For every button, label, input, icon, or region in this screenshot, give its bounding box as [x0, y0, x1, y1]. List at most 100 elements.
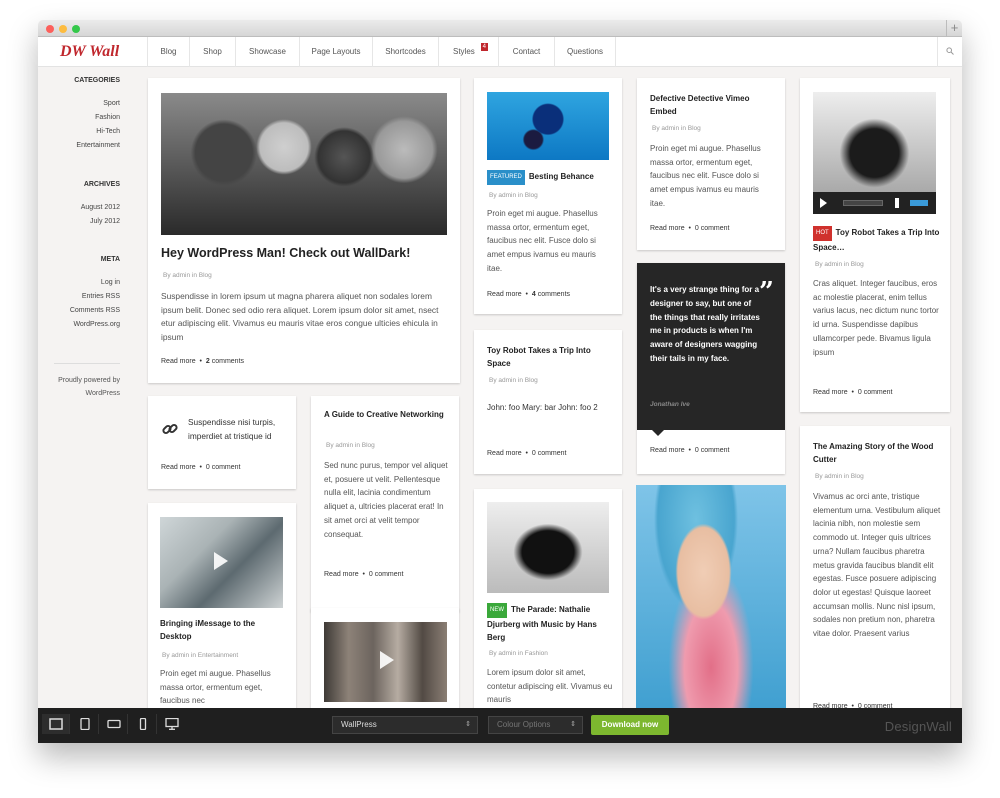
band-photo[interactable] — [487, 502, 609, 593]
post-meta: By admin in Blog — [489, 192, 538, 199]
post-title[interactable]: Hey WordPress Man! Check out WallDark! — [161, 246, 447, 261]
read-more-link[interactable]: Read more — [650, 447, 685, 454]
post-footer: Read more • 4 comments — [487, 291, 570, 298]
separator: • — [199, 358, 202, 365]
scuba-photo[interactable] — [487, 92, 609, 160]
volume-slider[interactable] — [910, 200, 928, 206]
main-menu: Blog Shop Showcase Page Layouts Shortcod… — [147, 37, 616, 67]
menu-item-questions[interactable]: Questions — [555, 37, 616, 67]
link-post-text[interactable]: Suspendisse nisi turpis, imperdiet at tr… — [188, 416, 293, 443]
meta-link[interactable]: Log in — [101, 279, 120, 286]
quote-card: ” It's a very strange thing for a design… — [637, 263, 785, 474]
read-more-link[interactable]: Read more — [161, 358, 196, 365]
woman-winter-photo[interactable] — [636, 485, 786, 713]
video-thumbnail[interactable] — [324, 622, 447, 702]
phone-view-button[interactable] — [129, 714, 157, 734]
audio-player[interactable] — [813, 192, 936, 214]
comments-link[interactable]: 0 comment — [206, 464, 241, 471]
menu-item-styles[interactable]: Styles 4 — [439, 37, 499, 67]
colour-options-select[interactable]: Colour Options ⇕ — [488, 716, 583, 734]
comments-link[interactable]: 0 comment — [532, 450, 567, 457]
comments-link[interactable]: comments — [210, 358, 244, 365]
preview-toolbar: WallPress ⇕ Colour Options ⇕ Download now … — [38, 708, 962, 743]
menu-item-page-layouts[interactable]: Page Layouts — [300, 37, 373, 67]
meta-link[interactable]: Entries RSS — [82, 293, 120, 300]
play-icon[interactable] — [380, 651, 394, 669]
category-link[interactable]: Hi-Tech — [96, 128, 120, 135]
download-now-button[interactable]: Download now — [591, 715, 669, 735]
post-meta: By admin in Blog — [163, 272, 212, 279]
link-icon — [162, 423, 178, 435]
progress-track[interactable] — [843, 200, 883, 206]
play-icon[interactable] — [214, 552, 228, 570]
read-more-link[interactable]: Read more — [487, 291, 522, 298]
meta-link[interactable]: WordPress.org — [73, 321, 120, 328]
menu-item-shortcodes[interactable]: Shortcodes — [373, 37, 439, 67]
post-title-text: Toy Robot Takes a Trip Into Space… — [813, 228, 940, 252]
tablet-landscape-view-button[interactable] — [100, 714, 128, 734]
play-icon[interactable] — [820, 198, 827, 208]
site-logo[interactable]: DW Wall — [60, 43, 119, 61]
title-bar: + — [38, 20, 962, 37]
top-navigation: DW Wall Blog Shop Showcase Page Layouts … — [38, 37, 962, 67]
close-window-button[interactable] — [46, 25, 54, 33]
select-arrows-icon: ⇕ — [465, 721, 471, 728]
post-footer: Read more • 0 comment — [813, 389, 893, 396]
band-photo[interactable] — [161, 93, 447, 235]
post-card: NEW The Parade: Nathalie Djurberg with Mu… — [474, 489, 622, 713]
read-more-link[interactable]: Read more — [650, 225, 685, 232]
search-button[interactable] — [937, 37, 962, 67]
comments-link[interactable]: comments — [536, 291, 570, 298]
read-more-link[interactable]: Read more — [161, 464, 196, 471]
minimize-window-button[interactable] — [59, 25, 67, 33]
post-title[interactable]: The Amazing Story of the Wood Cutter — [813, 440, 941, 466]
desktop-large-view-button[interactable] — [42, 714, 70, 734]
plus-icon[interactable]: + — [946, 20, 962, 37]
volume-icon[interactable] — [895, 198, 903, 208]
post-card — [311, 608, 459, 713]
meta-link[interactable]: Comments RSS — [70, 307, 120, 314]
post-meta: By admin in Blog — [326, 442, 375, 449]
post-title[interactable]: FEATURED Besting Behance — [487, 170, 615, 185]
menu-item-contact[interactable]: Contact — [499, 37, 555, 67]
comments-link[interactable]: 0 comment — [695, 447, 730, 454]
comments-link[interactable]: 0 comment — [858, 389, 893, 396]
post-excerpt: Cras aliquet. Integer faucibus, eros ac … — [813, 279, 939, 357]
search-icon — [946, 47, 954, 55]
post-card: A Guide to Creative Networking By admin … — [311, 396, 459, 612]
select-arrows-icon: ⇕ — [570, 721, 576, 728]
separator: • — [688, 225, 691, 232]
post-title[interactable]: Toy Robot Takes a Trip Into Space — [487, 344, 612, 370]
post-title[interactable]: Defective Detective Vimeo Embed — [650, 92, 775, 118]
post-title-text: Besting Behance — [528, 172, 594, 181]
post-card: Hey WordPress Man! Check out WallDark! B… — [148, 78, 460, 383]
post-excerpt: Proin eget mi augue. Phasellus massa ort… — [650, 144, 761, 208]
post-title[interactable]: NEW The Parade: Nathalie Djurberg with Mu… — [487, 603, 615, 644]
read-more-link[interactable]: Read more — [487, 450, 522, 457]
zoom-window-button[interactable] — [72, 25, 80, 33]
menu-item-blog[interactable]: Blog — [148, 37, 190, 67]
theme-select[interactable]: WallPress ⇕ — [332, 716, 478, 734]
menu-item-showcase[interactable]: Showcase — [236, 37, 300, 67]
read-more-link[interactable]: Read more — [813, 389, 848, 396]
post-card: Suspendisse nisi turpis, imperdiet at tr… — [148, 396, 296, 489]
menu-item-shop[interactable]: Shop — [190, 37, 236, 67]
wordpress-link[interactable]: WordPress — [86, 390, 121, 397]
video-thumbnail[interactable] — [160, 517, 283, 608]
category-link[interactable]: Fashion — [95, 114, 120, 121]
read-more-link[interactable]: Read more — [324, 571, 359, 578]
post-title[interactable]: A Guide to Creative Networking — [324, 408, 449, 421]
post-title[interactable]: HOT Toy Robot Takes a Trip Into Space… — [813, 226, 941, 254]
archive-link[interactable]: August 2012 — [81, 204, 120, 211]
post-card: Toy Robot Takes a Trip Into Space By adm… — [474, 330, 622, 474]
tablet-portrait-view-button[interactable] — [71, 714, 99, 734]
post-title[interactable]: Bringing iMessage to the Desktop — [160, 617, 285, 643]
archive-link[interactable]: July 2012 — [90, 218, 120, 225]
category-link[interactable]: Entertainment — [76, 142, 120, 149]
chat-excerpt: John: foo Mary: bar John: foo 2 — [487, 403, 598, 412]
comments-link[interactable]: 0 comment — [695, 225, 730, 232]
desktop-view-button[interactable] — [158, 714, 186, 734]
designwall-logo[interactable]: DesignWall — [885, 719, 952, 734]
comments-link[interactable]: 0 comment — [369, 571, 404, 578]
category-link[interactable]: Sport — [103, 100, 120, 107]
